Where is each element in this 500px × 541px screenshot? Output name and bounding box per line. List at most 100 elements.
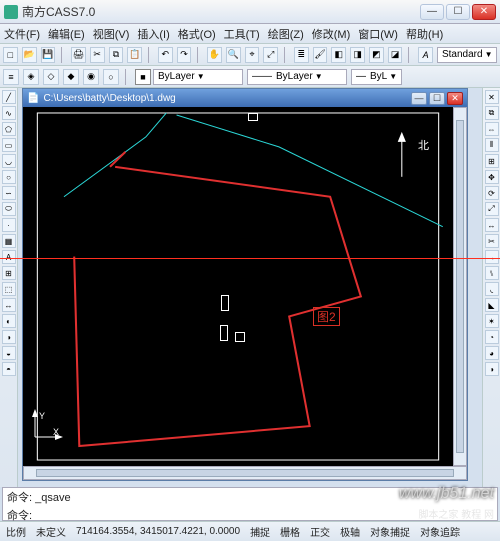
status-scale-value: 未定义 — [36, 524, 66, 539]
open-icon[interactable]: 📂 — [22, 47, 37, 63]
menu-draw[interactable]: 绘图(Z) — [268, 26, 304, 42]
doc-restore-button[interactable]: ☐ — [429, 92, 445, 105]
document-window: 📄 C:\Users\batty\Desktop\1.dwg — ☐ ✕ — [22, 88, 468, 481]
layer-icon[interactable]: ○ — [103, 69, 119, 85]
tool-icon[interactable]: ◔ — [485, 330, 499, 344]
zoom-icon[interactable]: 🔍 — [226, 47, 241, 63]
horizontal-scrollbar[interactable] — [23, 466, 467, 480]
tool-icon[interactable]: ◕ — [485, 346, 499, 360]
fillet-icon[interactable]: ◟ — [485, 282, 499, 296]
lineweight-dropdown[interactable]: — ByL ▼ — [351, 69, 402, 85]
status-ortho-toggle[interactable]: 正交 — [310, 524, 330, 539]
block-icon[interactable]: ⊞ — [2, 266, 16, 280]
stretch-icon[interactable]: ↔ — [485, 218, 499, 232]
status-grid-toggle[interactable]: 栅格 — [280, 524, 300, 539]
status-osnap-toggle[interactable]: 对象捕捉 — [370, 524, 410, 539]
new-icon[interactable]: □ — [3, 47, 18, 63]
zoom-extents-icon[interactable]: ⤢ — [263, 47, 278, 63]
menu-window[interactable]: 窗口(W) — [358, 26, 398, 42]
textstyle-dropdown[interactable]: Standard ▼ — [437, 47, 497, 63]
dim-icon[interactable]: ↔ — [2, 298, 16, 312]
tool-icon[interactable]: ◩ — [369, 47, 384, 63]
polygon-icon[interactable]: ⬠ — [2, 122, 16, 136]
offset-icon[interactable]: ⫴ — [485, 138, 499, 152]
circle-icon[interactable]: ○ — [2, 170, 16, 184]
spline-icon[interactable]: ∽ — [2, 186, 16, 200]
layer-icon[interactable]: ◆ — [63, 69, 79, 85]
save-icon[interactable]: 💾 — [41, 47, 56, 63]
line-icon[interactable]: ╱ — [2, 90, 16, 104]
insert-icon[interactable]: ⬚ — [2, 282, 16, 296]
copy-icon[interactable]: ⧉ — [109, 47, 124, 63]
redo-icon[interactable]: ↷ — [177, 47, 192, 63]
color-swatch[interactable]: ■ — [135, 69, 151, 85]
layer-icon[interactable]: ◉ — [83, 69, 99, 85]
main-area: ╱ ∿ ⬠ ▭ ◡ ○ ∽ ⬭ · ▦ A ⊞ ⬚ ↔ ◐ ◑ ◒ ◓ 📄 C:… — [0, 88, 500, 487]
paste-icon[interactable]: 📋 — [127, 47, 142, 63]
explode-icon[interactable]: ✶ — [485, 314, 499, 328]
tool-icon[interactable]: ◪ — [388, 47, 403, 63]
window-titlebar: 南方CASS7.0 — ☐ ✕ — [0, 0, 500, 24]
linetype-dropdown[interactable]: —— ByLayer ▼ — [247, 69, 347, 85]
tool-icon[interactable]: ◧ — [331, 47, 346, 63]
window-maximize-button[interactable]: ☐ — [446, 4, 470, 20]
menu-format[interactable]: 格式(O) — [178, 26, 216, 42]
trim-icon[interactable]: ✂ — [485, 234, 499, 248]
status-snap-toggle[interactable]: 捕捉 — [250, 524, 270, 539]
layer-manager-icon[interactable]: ≡ — [3, 69, 19, 85]
erase-icon[interactable]: ✕ — [485, 90, 499, 104]
print-icon[interactable]: 🖨 — [71, 47, 86, 63]
break-icon[interactable]: ⑊ — [485, 266, 499, 280]
color-dropdown[interactable]: ByLayer ▼ — [153, 69, 243, 85]
rotate-icon[interactable]: ⟳ — [485, 186, 499, 200]
status-otrack-toggle[interactable]: 对象追踪 — [420, 524, 460, 539]
textstyle-label: Standard — [442, 49, 483, 60]
tool-icon[interactable]: ◨ — [350, 47, 365, 63]
vertical-scrollbar[interactable] — [453, 107, 467, 466]
doc-close-button[interactable]: ✕ — [447, 92, 463, 105]
zoom-window-icon[interactable]: ⌖ — [245, 47, 260, 63]
menu-tools[interactable]: 工具(T) — [224, 26, 260, 42]
status-bar: 比例 未定义 714164.3554, 3415017.4221, 0.0000… — [0, 521, 500, 541]
layer-icon[interactable]: ◈ — [23, 69, 39, 85]
tool-icon[interactable]: ◐ — [2, 314, 16, 328]
text-style-icon[interactable]: A — [418, 47, 433, 63]
window-minimize-button[interactable]: — — [420, 4, 444, 20]
command-line[interactable]: 命令: _qsave 命令: — [2, 487, 498, 521]
rect-icon[interactable]: ▭ — [2, 138, 16, 152]
move-icon[interactable]: ✥ — [485, 170, 499, 184]
menu-insert[interactable]: 插入(I) — [137, 26, 169, 42]
tool-icon[interactable]: ◑ — [2, 330, 16, 344]
menu-modify[interactable]: 修改(M) — [312, 26, 351, 42]
drawing-canvas[interactable]: 北 图2 YX — [23, 107, 453, 466]
menu-edit[interactable]: 编辑(E) — [48, 26, 85, 42]
hatch-icon[interactable]: ▦ — [2, 234, 16, 248]
pline-icon[interactable]: ∿ — [2, 106, 16, 120]
extend-icon[interactable]: → — [485, 250, 499, 264]
scale-icon[interactable]: ⤢ — [485, 202, 499, 216]
status-polar-toggle[interactable]: 极轴 — [340, 524, 360, 539]
mirror-icon[interactable]: ⇔ — [485, 122, 499, 136]
doc-minimize-button[interactable]: — — [411, 92, 427, 105]
tool-icon[interactable]: ◓ — [2, 362, 16, 376]
tool-icon[interactable]: ◑ — [485, 362, 499, 376]
menu-file[interactable]: 文件(F) — [4, 26, 40, 42]
pan-icon[interactable]: ✋ — [207, 47, 222, 63]
cut-icon[interactable]: ✂ — [90, 47, 105, 63]
undo-icon[interactable]: ↶ — [158, 47, 173, 63]
tool-icon[interactable]: ◒ — [2, 346, 16, 360]
command-prompt[interactable]: 命令: — [3, 506, 497, 524]
chamfer-icon[interactable]: ◣ — [485, 298, 499, 312]
menu-help[interactable]: 帮助(H) — [406, 26, 443, 42]
layer-icon[interactable]: ◇ — [43, 69, 59, 85]
window-close-button[interactable]: ✕ — [472, 4, 496, 20]
point-icon[interactable]: · — [2, 218, 16, 232]
arc-icon[interactable]: ◡ — [2, 154, 16, 168]
text-icon[interactable]: A — [2, 250, 16, 264]
array-icon[interactable]: ⊞ — [485, 154, 499, 168]
ellipse-icon[interactable]: ⬭ — [2, 202, 16, 216]
match-icon[interactable]: 🖌 — [313, 47, 328, 63]
menu-view[interactable]: 视图(V) — [93, 26, 130, 42]
properties-icon[interactable]: ≣ — [294, 47, 309, 63]
copy-obj-icon[interactable]: ⧉ — [485, 106, 499, 120]
